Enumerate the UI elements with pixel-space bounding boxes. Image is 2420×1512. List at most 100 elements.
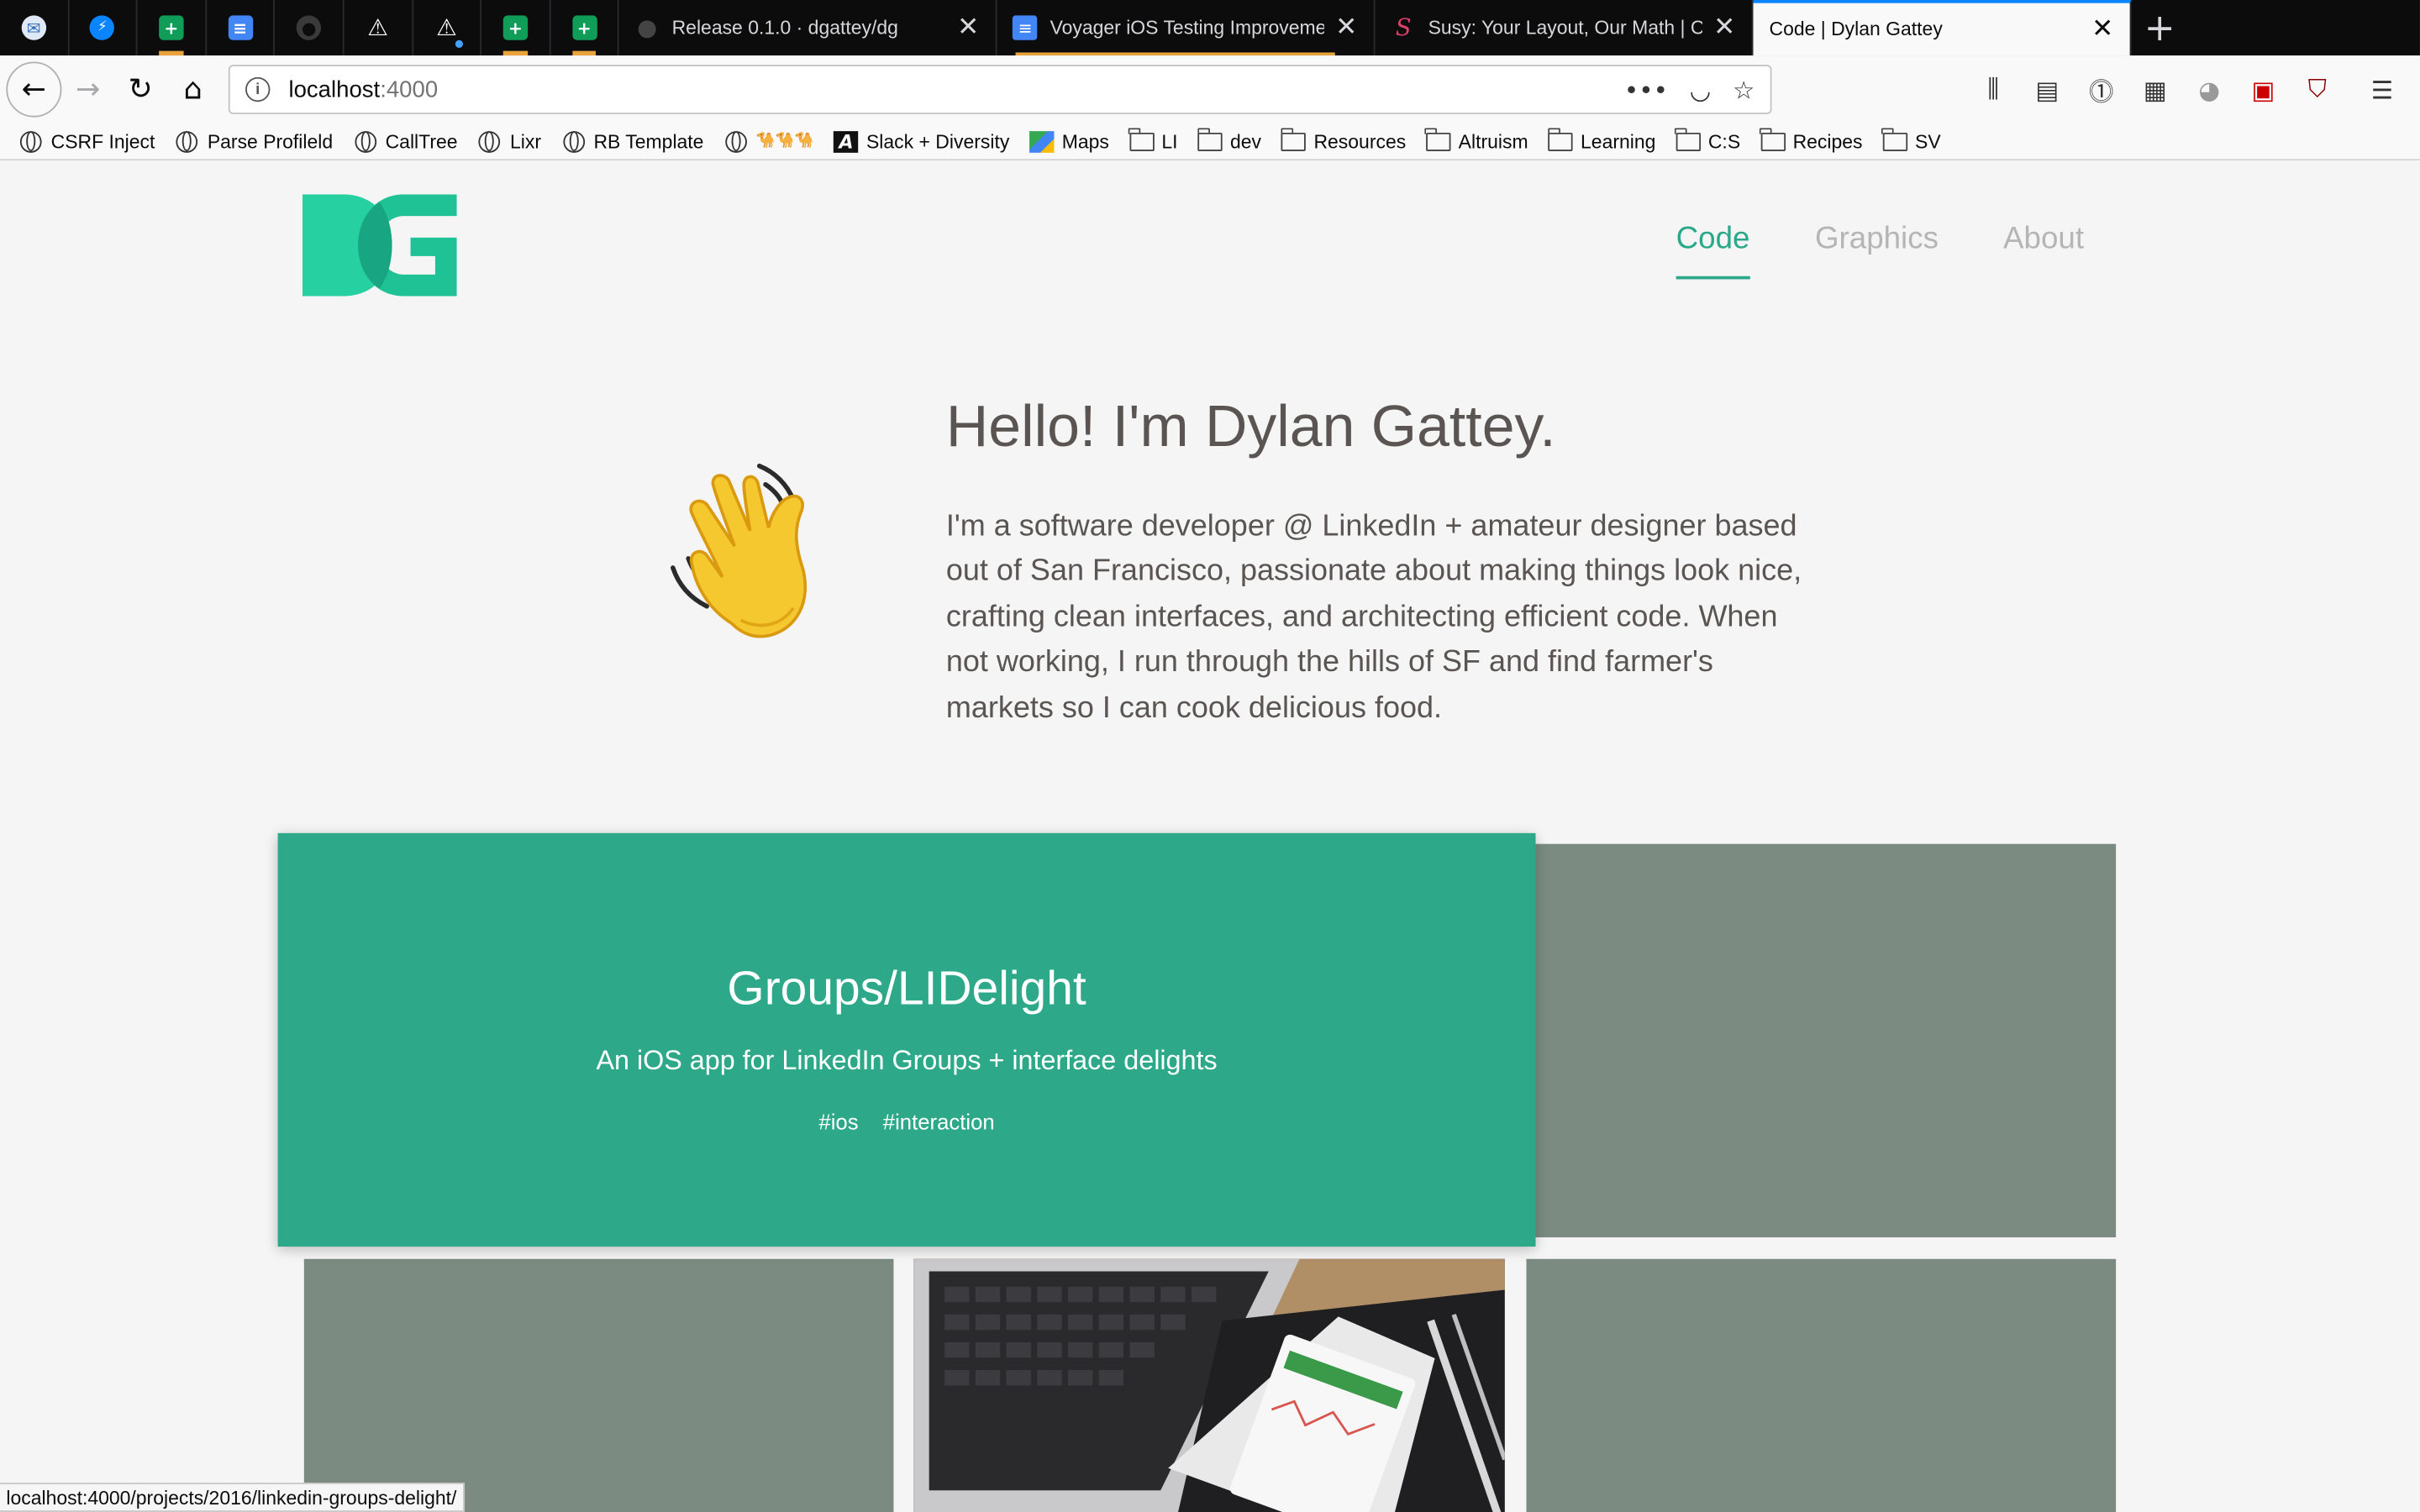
- extension-globe-icon[interactable]: ◕: [2182, 66, 2236, 113]
- tab-release[interactable]: ● Release 0.1.0 · dgattey/dg ✕: [619, 0, 998, 56]
- bookmark-label: SV: [1915, 130, 1941, 152]
- waving-hand-icon: [671, 463, 808, 638]
- bookmark-label: dev: [1229, 130, 1262, 152]
- bookmark-star-icon[interactable]: ☆: [1733, 75, 1754, 104]
- pinned-tab-sheets-2[interactable]: +: [481, 0, 551, 56]
- bookmark-label: Altruism: [1458, 130, 1528, 152]
- sidebar-icon[interactable]: ▤: [2020, 66, 2074, 113]
- bookmark-folder-cs[interactable]: C:S: [1675, 127, 1740, 152]
- featured-project-card[interactable]: Groups/LIDelight An iOS app for LinkedIn…: [277, 832, 1536, 1247]
- url-port: :4000: [380, 76, 439, 103]
- forward-button[interactable]: →: [61, 63, 113, 115]
- pinned-tab-docs[interactable]: ≡: [207, 0, 276, 56]
- pinned-tab-warning-2[interactable]: ⚠: [413, 0, 482, 56]
- bookmark-label: 🐪🐪🐪: [755, 132, 814, 150]
- page-content: Code Graphics About Hello! I'm Dylan Gat…: [0, 161, 2420, 1512]
- warning-icon: ⚠: [436, 13, 457, 42]
- folder-icon: [1280, 127, 1307, 151]
- bookmark-csrf-inject[interactable]: CSRF Inject: [18, 130, 155, 152]
- hamburger-menu-icon[interactable]: ☰: [2355, 66, 2409, 113]
- bookmark-folder-recipes[interactable]: Recipes: [1760, 127, 1863, 152]
- docs-icon: ≡: [1013, 15, 1038, 40]
- bookmark-slack-diversity[interactable]: A Slack + Diversity: [834, 130, 1009, 152]
- bookmark-parse-profileld[interactable]: Parse Profileld: [175, 130, 333, 152]
- library-icon[interactable]: ⫼: [1966, 66, 2020, 113]
- password-manager-icon[interactable]: ⓵: [2075, 66, 2128, 113]
- globe-icon: [479, 130, 501, 152]
- tab-title: Code | Dylan Gattey: [1769, 18, 1943, 40]
- globe-icon: [354, 130, 376, 152]
- close-tab-icon[interactable]: ✕: [1712, 13, 1737, 44]
- bookmark-folder-learning[interactable]: Learning: [1547, 127, 1655, 152]
- hero-title: Hello! I'm Dylan Gattey.: [945, 395, 1556, 460]
- bookmark-label: Lixr: [509, 130, 541, 152]
- nav-about[interactable]: About: [2003, 222, 2084, 257]
- bookmark-rb-template[interactable]: RB Template: [561, 130, 704, 152]
- slack-icon: A: [834, 130, 859, 152]
- pinned-tab-sheets-3[interactable]: +: [550, 0, 620, 56]
- pinned-tab-sheets[interactable]: +: [138, 0, 207, 56]
- back-button[interactable]: ←: [6, 61, 62, 118]
- folder-icon: [1547, 127, 1573, 151]
- project-card[interactable]: [303, 1258, 894, 1512]
- docs-icon: ≡: [228, 15, 253, 40]
- sheets-icon: +: [502, 15, 529, 40]
- status-bar-url: localhost:4000/projects/2016/linkedin-gr…: [0, 1483, 465, 1512]
- pinned-tab-mail[interactable]: ✉: [0, 0, 69, 56]
- tab-voyager[interactable]: ≡ Voyager iOS Testing Improveme ✕: [997, 0, 1376, 56]
- tab-strip: ✉ ⚡ + ≡ ● ⚠ ⚠ + + ● Release 0.1.0 · dgat…: [0, 0, 2420, 56]
- tab-title: Susy: Your Layout, Our Math | C: [1428, 17, 1703, 39]
- bookmark-label: Recipes: [1792, 130, 1863, 152]
- bookmark-folder-li[interactable]: LI: [1128, 127, 1178, 152]
- tab-title: Release 0.1.0 · dgattey/dg: [671, 17, 898, 39]
- bookmark-folder-dev[interactable]: dev: [1197, 127, 1262, 152]
- project-title: Groups/LIDelight: [727, 961, 1086, 1016]
- globe-icon: [562, 130, 585, 152]
- bookmark-label: Resources: [1313, 130, 1407, 152]
- url-bar[interactable]: i localhost:4000 ••• ◡ ☆: [228, 65, 1772, 114]
- ublock-shield-icon[interactable]: ⛉: [2291, 66, 2344, 113]
- new-tab-button[interactable]: +: [2132, 0, 2187, 55]
- folder-icon: [1425, 127, 1451, 151]
- close-tab-icon[interactable]: ✕: [2091, 14, 2115, 45]
- pinned-tab-github[interactable]: ●: [276, 0, 345, 56]
- bookmark-folder-resources[interactable]: Resources: [1280, 127, 1407, 152]
- close-tab-icon[interactable]: ✕: [1334, 13, 1359, 44]
- nav-graphics[interactable]: Graphics: [1815, 222, 1939, 257]
- site-info-icon[interactable]: i: [245, 76, 271, 102]
- bookmark-folder-altruism[interactable]: Altruism: [1425, 127, 1528, 152]
- tag-ios[interactable]: #ios: [818, 1110, 858, 1134]
- pdf-icon[interactable]: ▣: [2236, 66, 2290, 113]
- tab-code-dylan-gattey[interactable]: Code | Dylan Gattey ✕: [1754, 0, 2133, 56]
- tab-title: Voyager iOS Testing Improveme: [1050, 17, 1325, 39]
- home-button[interactable]: ⌂: [166, 63, 218, 115]
- bookmark-label: Slack + Diversity: [865, 130, 1010, 152]
- project-subtitle: An iOS app for LinkedIn Groups + interfa…: [596, 1044, 1218, 1076]
- bookmark-folder-sv[interactable]: SV: [1881, 127, 1941, 152]
- bookmarks-toolbar: CSRF Inject Parse Profileld CallTree Lix…: [0, 123, 2420, 161]
- bookmark-label: RB Template: [593, 130, 704, 152]
- project-card-photo[interactable]: [913, 1258, 1505, 1512]
- close-tab-icon[interactable]: ✕: [956, 13, 981, 44]
- project-card[interactable]: [1535, 843, 2117, 1238]
- folder-icon: [1197, 127, 1223, 151]
- url-host: localhost: [288, 76, 381, 103]
- pocket-icon[interactable]: ◡: [1690, 75, 1712, 104]
- bookmark-maps[interactable]: Maps: [1029, 130, 1109, 152]
- tab-susy[interactable]: S Susy: Your Layout, Our Math | C ✕: [1376, 0, 1754, 56]
- bookmark-label: CSRF Inject: [50, 130, 155, 152]
- nav-code[interactable]: Code: [1676, 222, 1749, 280]
- bookmark-camels[interactable]: 🐪🐪🐪: [723, 130, 814, 152]
- bookmark-lixr[interactable]: Lixr: [477, 130, 541, 152]
- reload-button[interactable]: ↻: [114, 63, 166, 115]
- sheets-icon: +: [159, 15, 184, 40]
- sheets-icon: +: [571, 15, 597, 40]
- folder-icon: [1760, 127, 1786, 151]
- tag-interaction[interactable]: #interaction: [883, 1110, 995, 1134]
- page-actions-icon[interactable]: •••: [1624, 75, 1668, 104]
- pinned-tab-messenger[interactable]: ⚡: [69, 0, 138, 56]
- bookmark-calltree[interactable]: CallTree: [353, 130, 458, 152]
- extensions-grid-icon[interactable]: ▦: [2128, 66, 2182, 113]
- project-card[interactable]: [1526, 1258, 2117, 1512]
- pinned-tab-warning[interactable]: ⚠: [345, 0, 413, 56]
